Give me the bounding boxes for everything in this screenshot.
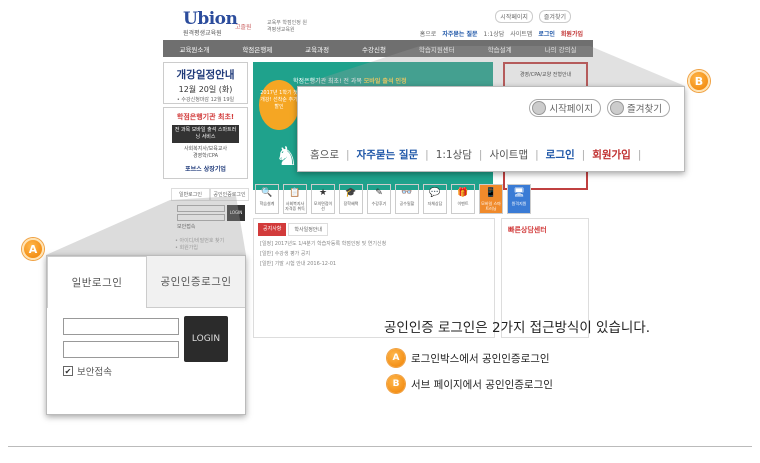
bottom-divider [8,446,752,447]
legend-badge-a: A [387,349,405,367]
id-input[interactable] [63,318,179,335]
link-faq[interactable]: 자주묻는 질문 [357,147,419,162]
login-tabs: 일반로그인 공인인증로그인 [47,256,245,308]
zoom-a-connector [46,196,246,255]
zoomed-top-bar: 시작페이지 즐겨찾기 홈으로 | 자주묻는 질문 | 1:1상담 | 사이트맵 … [297,86,685,172]
login-button[interactable]: LOGIN [184,316,228,362]
bookmark-label: 즐겨찾기 [627,104,662,115]
legend-item-b: B 서브 페이지에서 공인인증로그인 [387,375,553,393]
separator: | [581,148,586,161]
tab-general-login[interactable]: 일반로그인 [47,256,147,308]
link-login[interactable]: 로그인 [546,147,575,162]
secure-connection-check[interactable]: ✔ 보안접속 [63,364,229,378]
start-page-pill[interactable]: 시작페이지 [529,99,602,117]
start-page-label: 시작페이지 [549,104,594,115]
login-form: LOGIN ✔ 보안접속 [47,308,245,388]
separator: | [425,148,429,161]
link-counsel[interactable]: 1:1상담 [436,147,472,162]
top-links: 홈으로 | 자주묻는 질문 | 1:1상담 | 사이트맵 | 로그인 | 회원가… [310,147,648,162]
legend-text-a: 로그인박스에서 공인인증로그인 [411,352,550,365]
link-join[interactable]: 회원가입 [592,147,631,162]
legend-item-a: A 로그인박스에서 공인인증로그인 [387,349,550,367]
separator: | [345,148,350,161]
separator: | [637,148,642,161]
callout-badge-b: B [688,70,710,92]
bookmark-pill[interactable]: 즐겨찾기 [607,99,670,117]
zoomed-login-box: 일반로그인 공인인증로그인 LOGIN ✔ 보안접속 [46,255,246,415]
link-home[interactable]: 홈으로 [310,147,339,162]
zoom-b-connector [297,46,685,86]
home-icon [532,101,547,115]
secure-connection-label: 보안접속 [77,367,112,378]
legend-text-b: 서브 페이지에서 공인인증로그인 [411,378,553,391]
util-buttons: 시작페이지 즐겨찾기 [529,99,670,117]
link-sitemap[interactable]: 사이트맵 [489,147,528,162]
password-input[interactable] [63,341,179,358]
separator: | [535,148,539,161]
tab-cert-login[interactable]: 공인인증로그인 [147,256,245,308]
separator: | [478,148,483,161]
star-icon [610,101,625,115]
callout-badge-a: A [22,238,44,260]
checkbox-icon[interactable]: ✔ [63,366,73,376]
legend-badge-b: B [387,375,405,393]
description-headline: 공인인증 로그인은 2가지 접근방식이 있습니다. [384,320,651,336]
